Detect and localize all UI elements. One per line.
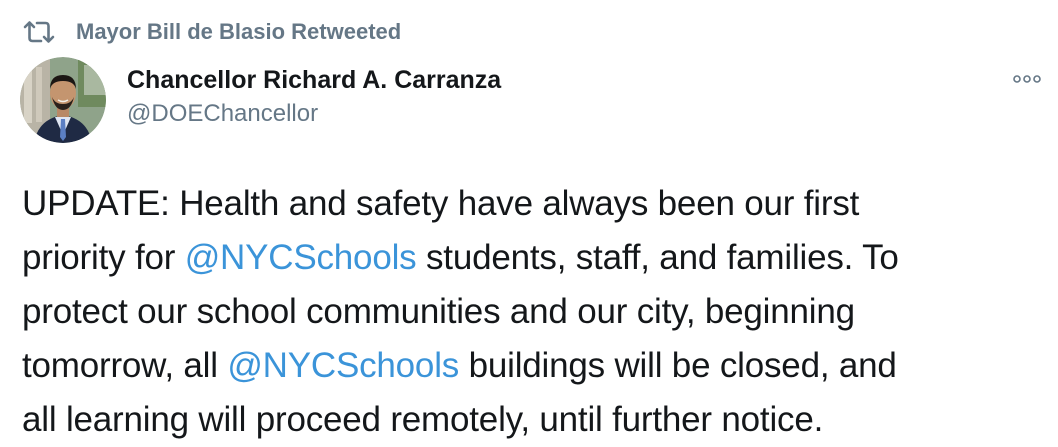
tweet-text-segment: students, staff, and families. To — [416, 238, 899, 277]
more-options-button[interactable] — [1010, 70, 1044, 90]
mention-link[interactable]: @NYCSchools — [185, 238, 417, 277]
tweet-line: UPDATE: Health and safety have always be… — [22, 184, 860, 223]
more-options-icon — [1012, 71, 1042, 89]
author-handle[interactable]: @DOEChancellor — [127, 98, 501, 130]
mention-link[interactable]: @NYCSchools — [227, 346, 459, 385]
tweet-text-segment: tomorrow, all — [22, 346, 228, 385]
tweet-line: priority for @NYCSchools students, staff… — [22, 231, 1047, 285]
tweet-line: protect our school communities and our c… — [22, 292, 855, 331]
retweet-label[interactable]: Mayor Bill de Blasio Retweeted — [76, 19, 401, 45]
retweet-icon — [22, 19, 56, 45]
tweet-body: UPDATE: Health and safety have always be… — [22, 177, 1047, 447]
avatar[interactable] — [20, 57, 106, 143]
tweet-text-segment: buildings will be closed, and — [459, 346, 897, 385]
author-name[interactable]: Chancellor Richard A. Carranza — [127, 64, 501, 96]
tweet-line: all learning will proceed remotely, unti… — [22, 400, 824, 439]
tweet-text-segment: priority for — [22, 238, 185, 277]
tweet-author: Chancellor Richard A. Carranza @DOEChanc… — [127, 64, 501, 130]
tweet-line: tomorrow, all @NYCSchools buildings will… — [22, 339, 1047, 393]
retweet-context: Mayor Bill de Blasio Retweeted — [22, 17, 401, 47]
